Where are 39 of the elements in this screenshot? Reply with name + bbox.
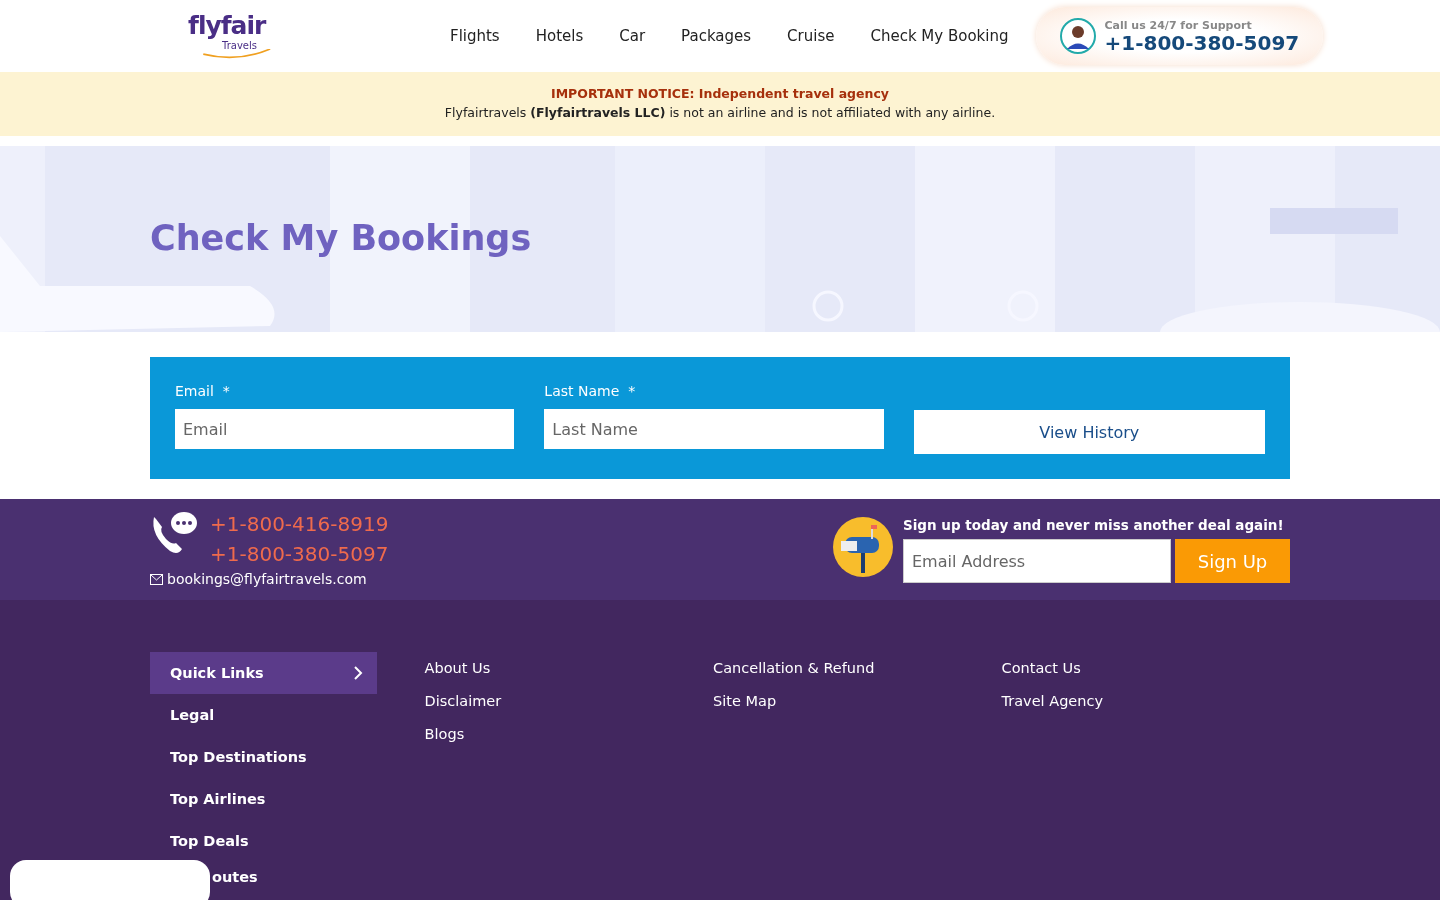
footer-menu-item[interactable]: Legal <box>150 694 377 736</box>
input-field[interactable]: Last Name <box>544 409 884 449</box>
footer-menu-item[interactable]: Top Destinations <box>150 736 377 778</box>
footer-link[interactable]: Contact Us <box>1001 660 1290 676</box>
nav-link[interactable]: Car <box>601 27 664 45</box>
newsletter-headline: Sign up today and never miss another deal again! <box>903 517 1285 533</box>
nav-link[interactable]: Flights <box>432 27 518 45</box>
phone-number[interactable]: +1-800-380-5097 <box>210 539 389 569</box>
footer-link[interactable]: Blogs <box>424 726 714 742</box>
notice-title: IMPORTANT NOTICE: Independent travel agency <box>550 86 890 101</box>
footer-link[interactable]: Disclaimer <box>424 693 714 709</box>
nav-link[interactable]: Packages <box>663 27 770 45</box>
logo[interactable]: flyfair Travels <box>188 11 282 61</box>
footer-link[interactable]: Cancellation & Refund <box>713 660 1002 676</box>
footer-link[interactable]: About Us <box>424 660 714 676</box>
phone-number[interactable]: +1-800-416-8919 <box>210 509 389 539</box>
footer-link[interactable]: Site Map <box>713 693 1002 709</box>
agent-avatar-icon <box>1060 18 1097 54</box>
mailbox-icon <box>833 517 893 577</box>
footer-menu-item[interactable]: Quick Links <box>150 652 377 694</box>
notice-text: Flyfairtravels (Flyfairtravels LLC) is not an airline and is not affiliated with any airline. <box>443 105 997 120</box>
nav-link[interactable]: Check My Booking <box>852 27 1027 45</box>
footer-menu-item[interactable]: Top Airlines <box>150 778 377 820</box>
footer-link[interactable]: Travel Agency <box>1001 693 1290 709</box>
field-label: Last Name * <box>544 383 637 399</box>
mail-icon <box>150 573 163 585</box>
footer-menu-item[interactable]: outes <box>212 862 258 892</box>
email-address-field[interactable]: Email Address <box>903 539 1171 583</box>
footer-menu-item[interactable]: Top Deals <box>150 820 377 862</box>
page-title: Check My Bookings <box>150 218 532 258</box>
view-history-button[interactable]: View History <box>913 410 1265 454</box>
nav-link[interactable]: Hotels <box>517 27 602 45</box>
chat-widget[interactable] <box>10 860 210 900</box>
nav-link[interactable]: Cruise <box>769 27 853 45</box>
field-label: Email * <box>175 383 231 399</box>
support-badge[interactable]: Call us 24/7 for Support +1-800-380-5097 <box>1036 7 1324 65</box>
chevron-right-icon <box>352 665 363 681</box>
input-field[interactable]: Email <box>175 409 515 449</box>
email-link[interactable]: bookings@flyfairtravels.com <box>167 571 367 587</box>
